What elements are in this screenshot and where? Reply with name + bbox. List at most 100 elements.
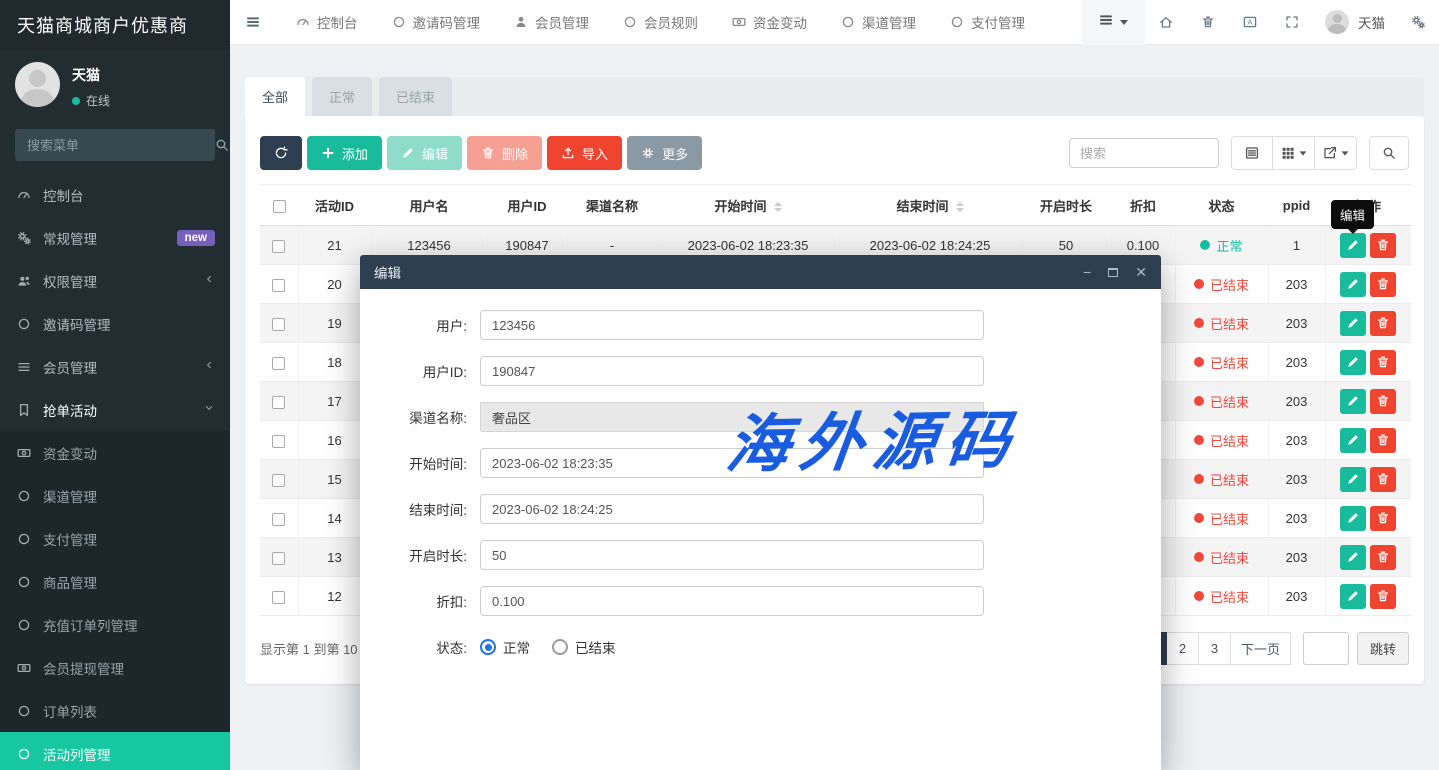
column-header[interactable]: 开始时间 xyxy=(657,185,839,226)
select-all-checkbox[interactable] xyxy=(273,200,286,213)
channel-select[interactable]: 奢品区 xyxy=(480,402,984,432)
row-checkbox[interactable] xyxy=(272,240,285,253)
translate-icon[interactable]: A xyxy=(1229,15,1271,29)
form-input[interactable] xyxy=(480,540,984,570)
circle-icon xyxy=(17,317,43,331)
form-input[interactable] xyxy=(480,586,984,616)
sidebar-item[interactable]: 控制台 xyxy=(0,173,230,216)
topbar-user[interactable]: 天猫 xyxy=(1313,10,1397,34)
tab-全部[interactable]: 全部 xyxy=(245,77,305,116)
minimize-icon[interactable]: − xyxy=(1083,265,1091,279)
search-icon[interactable] xyxy=(215,138,229,152)
row-delete-button[interactable] xyxy=(1370,506,1396,531)
refresh-button[interactable] xyxy=(260,136,302,170)
sidebar-search-input[interactable] xyxy=(15,138,215,153)
hamburger-icon[interactable] xyxy=(230,15,274,29)
home-icon[interactable] xyxy=(1145,15,1187,29)
radio-正常[interactable]: 正常 xyxy=(480,637,530,657)
row-edit-button[interactable] xyxy=(1340,311,1366,336)
topnav-item[interactable]: 资金变动 xyxy=(732,12,807,32)
row-checkbox[interactable] xyxy=(272,396,285,409)
sidebar-subitem[interactable]: 会员提现管理 xyxy=(0,646,230,689)
sidebar-subitem[interactable]: 活动列管理 xyxy=(0,732,230,770)
radio-已结束[interactable]: 已结束 xyxy=(552,637,616,657)
sidebar-item[interactable]: 常规管理 new xyxy=(0,216,230,259)
fullscreen-icon[interactable] xyxy=(1271,15,1313,29)
row-checkbox[interactable] xyxy=(272,474,285,487)
row-edit-button[interactable] xyxy=(1340,584,1366,609)
sidebar-subitem[interactable]: 订单列表 xyxy=(0,689,230,732)
row-edit-button[interactable] xyxy=(1340,506,1366,531)
row-delete-button[interactable] xyxy=(1370,389,1396,414)
page-jump-input[interactable] xyxy=(1303,632,1349,665)
maximize-icon[interactable] xyxy=(1108,268,1118,277)
sidebar-subitem[interactable]: 商品管理 xyxy=(0,560,230,603)
form-input[interactable] xyxy=(480,494,984,524)
row-edit-button[interactable] xyxy=(1340,389,1366,414)
row-delete-button[interactable] xyxy=(1370,233,1396,258)
search-button[interactable] xyxy=(1369,136,1409,170)
topnav-item[interactable]: 邀请码管理 xyxy=(392,12,481,32)
detail-view-icon[interactable] xyxy=(1231,136,1273,170)
export-icon[interactable] xyxy=(1315,136,1357,170)
row-checkbox[interactable] xyxy=(272,435,285,448)
page-button[interactable]: 3 xyxy=(1199,632,1231,665)
row-edit-button[interactable] xyxy=(1340,428,1366,453)
table-search-input[interactable] xyxy=(1069,138,1219,168)
topnav-item[interactable]: 渠道管理 xyxy=(841,12,916,32)
column-header[interactable]: 结束时间 xyxy=(839,185,1021,226)
sidebar-item[interactable]: 权限管理 xyxy=(0,259,230,302)
add-button[interactable]: 添加 xyxy=(307,136,382,170)
modal-titlebar[interactable]: 编辑 − ✕ xyxy=(360,255,1161,289)
sidebar-item[interactable]: 抢单活动 xyxy=(0,388,230,431)
sidebar-item[interactable]: 邀请码管理 xyxy=(0,302,230,345)
row-edit-button[interactable] xyxy=(1340,545,1366,570)
form-input[interactable] xyxy=(480,356,984,386)
form-input[interactable] xyxy=(480,448,984,478)
sidebar-user-panel: 天猫 在线 xyxy=(0,50,230,119)
row-delete-button[interactable] xyxy=(1370,311,1396,336)
import-button[interactable]: 导入 xyxy=(547,136,622,170)
row-checkbox[interactable] xyxy=(272,318,285,331)
edit-button[interactable]: 编辑 xyxy=(387,136,462,170)
row-delete-button[interactable] xyxy=(1370,272,1396,297)
trash-icon[interactable] xyxy=(1187,15,1229,29)
sidebar-subitem[interactable]: 资金变动 xyxy=(0,431,230,474)
edit-modal: 编辑 − ✕ 用户: 用户ID: 渠道名称:奢品区 开始时间: 结束时间: 开启… xyxy=(360,255,1161,770)
status-badge: 已结束 xyxy=(1194,353,1249,372)
sidebar-item[interactable]: 会员管理 xyxy=(0,345,230,388)
nav-menu-toggle[interactable] xyxy=(1082,0,1145,45)
row-edit-button[interactable] xyxy=(1340,233,1366,258)
tab-正常[interactable]: 正常 xyxy=(312,77,372,116)
topnav-item[interactable]: 控制台 xyxy=(296,12,358,32)
topnav-item[interactable]: 会员管理 xyxy=(514,12,589,32)
close-icon[interactable]: ✕ xyxy=(1135,265,1147,279)
row-delete-button[interactable] xyxy=(1370,350,1396,375)
row-checkbox[interactable] xyxy=(272,552,285,565)
sidebar-subitem[interactable]: 支付管理 xyxy=(0,517,230,560)
next-page-button[interactable]: 下一页 xyxy=(1231,632,1291,665)
form-input[interactable] xyxy=(480,310,984,340)
row-edit-button[interactable] xyxy=(1340,467,1366,492)
row-delete-button[interactable] xyxy=(1370,545,1396,570)
row-checkbox[interactable] xyxy=(272,591,285,604)
row-checkbox[interactable] xyxy=(272,513,285,526)
columns-icon[interactable] xyxy=(1273,136,1315,170)
row-edit-button[interactable] xyxy=(1340,272,1366,297)
sidebar-subitem[interactable]: 渠道管理 xyxy=(0,474,230,517)
page-button[interactable]: 2 xyxy=(1167,632,1199,665)
page-jump-button[interactable]: 跳转 xyxy=(1357,632,1409,665)
topnav-item[interactable]: 支付管理 xyxy=(950,12,1025,32)
delete-button[interactable]: 删除 xyxy=(467,136,542,170)
row-delete-button[interactable] xyxy=(1370,467,1396,492)
tab-已结束[interactable]: 已结束 xyxy=(379,77,452,116)
topnav-item[interactable]: 会员规则 xyxy=(623,12,698,32)
sidebar-subitem[interactable]: 充值订单列管理 xyxy=(0,603,230,646)
more-button[interactable]: 更多 xyxy=(627,136,702,170)
row-edit-button[interactable] xyxy=(1340,350,1366,375)
row-delete-button[interactable] xyxy=(1370,584,1396,609)
row-checkbox[interactable] xyxy=(272,357,285,370)
row-checkbox[interactable] xyxy=(272,279,285,292)
row-delete-button[interactable] xyxy=(1370,428,1396,453)
settings-gears-icon[interactable] xyxy=(1397,15,1439,29)
